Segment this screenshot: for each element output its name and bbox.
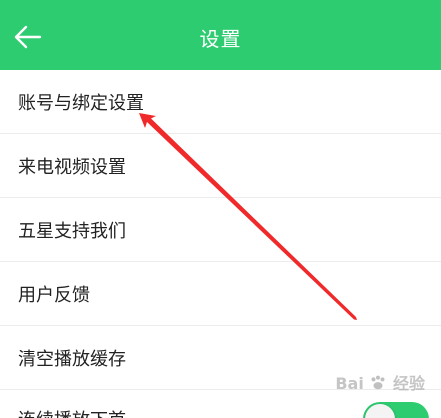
baidu-watermark: Bai 经验 [335, 370, 425, 394]
settings-item-label: 账号与绑定设置 [18, 92, 144, 114]
settings-item-five-star[interactable]: 五星支持我们 [0, 198, 441, 262]
settings-item-label: 用户反馈 [18, 284, 90, 306]
watermark-text-right: 经验 [392, 374, 425, 393]
settings-item-call-video[interactable]: 来电视频设置 [0, 134, 441, 198]
settings-screen: 设置 账号与绑定设置 来电视频设置 五星支持我们 用户反馈 清空播放缓存 连续播… [0, 0, 441, 418]
settings-item-label: 来电视频设置 [18, 156, 126, 178]
toggle-knob [365, 404, 395, 418]
settings-item-label: 清空播放缓存 [18, 348, 126, 370]
settings-item-feedback[interactable]: 用户反馈 [0, 262, 441, 326]
settings-item-label: 五星支持我们 [18, 220, 126, 242]
settings-item-autoplay-next[interactable]: 连续播放下首 [0, 390, 441, 418]
autoplay-toggle[interactable] [363, 402, 429, 418]
watermark-text-left: Bai [335, 374, 364, 393]
app-header: 设置 [0, 0, 441, 70]
baidu-paw-icon [371, 375, 385, 390]
page-title: 设置 [199, 27, 242, 51]
settings-list: 账号与绑定设置 来电视频设置 五星支持我们 用户反馈 清空播放缓存 连续播放下首 [0, 70, 441, 418]
settings-item-label: 连续播放下首 [18, 406, 126, 418]
settings-item-account-binding[interactable]: 账号与绑定设置 [0, 70, 441, 134]
